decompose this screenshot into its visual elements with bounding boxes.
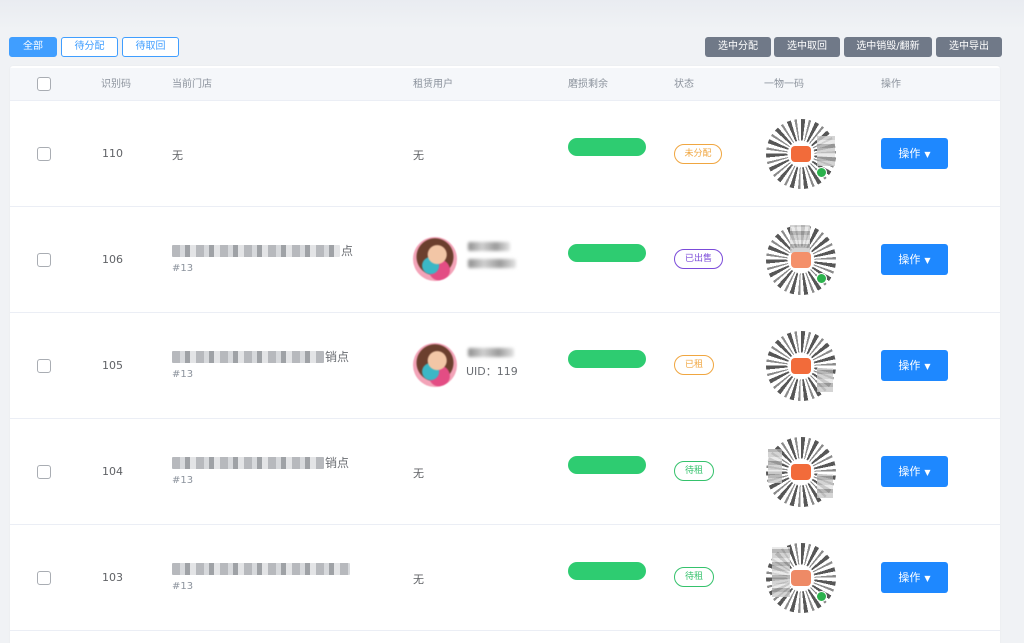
col-status: 状态 xyxy=(674,79,694,90)
destroy-refurbish-selected-button[interactable]: 选中销毁/翻新 xyxy=(844,37,932,57)
store-sub: #13 xyxy=(172,581,194,592)
row-checkbox[interactable] xyxy=(37,359,51,373)
table-row: 104 销点 #13 无 待租 操作 ▼ xyxy=(10,419,1000,525)
top-bar xyxy=(0,0,1024,30)
col-store: 当前门店 xyxy=(172,79,212,90)
avatar xyxy=(413,237,457,281)
row-user: 无 xyxy=(413,149,424,162)
table-row: 106 点 #13 已出售 操作 ▼ xyxy=(10,207,1000,313)
row-checkbox[interactable] xyxy=(37,571,51,585)
filter-all-button[interactable]: 全部 xyxy=(9,37,57,57)
col-operation: 操作 xyxy=(881,79,901,90)
user-name-blurred xyxy=(468,348,514,357)
row-id: 110 xyxy=(102,147,123,160)
chevron-down-icon: ▼ xyxy=(924,574,931,583)
qr-logo-icon xyxy=(791,358,811,374)
row-operation-button[interactable]: 操作 ▼ xyxy=(881,562,948,593)
filter-pending-assign-button[interactable]: 待分配 xyxy=(61,37,118,57)
qr-blur xyxy=(817,474,833,498)
row-checkbox[interactable] xyxy=(37,253,51,267)
table-row: 105 销点 #13 UID：119 已租 操作 ▼ xyxy=(10,313,1000,419)
retrieve-selected-button[interactable]: 选中取回 xyxy=(774,37,840,57)
status-badge: 未分配 xyxy=(674,144,722,164)
store-name-end: 销点 xyxy=(325,456,350,470)
row-operation-button[interactable]: 操作 ▼ xyxy=(881,244,948,275)
op-label: 操作 xyxy=(898,253,921,266)
row-operation-button[interactable]: 操作 ▼ xyxy=(881,456,948,487)
user-uid-blurred xyxy=(468,259,516,268)
store-name-blurred xyxy=(172,351,324,363)
store-name-end: 点 xyxy=(341,244,354,258)
status-badge: 待租 xyxy=(674,461,714,481)
wechat-mini-program-icon xyxy=(816,167,827,178)
store-name-end: 销点 xyxy=(325,350,350,364)
store-name-blurred xyxy=(172,457,324,469)
qr-blur xyxy=(817,368,833,392)
wear-progress-bar xyxy=(568,456,646,474)
wear-progress-bar xyxy=(568,350,646,368)
row-id: 104 xyxy=(102,465,123,478)
table-header: 识别码 当前门店 租赁用户 磨损剩余 状态 一物一码 操作 xyxy=(10,68,1000,101)
op-label: 操作 xyxy=(898,571,921,584)
table-row: 110 无 无 未分配 操作 ▼ xyxy=(10,101,1000,207)
wechat-mini-program-icon xyxy=(816,273,827,284)
status-badge: 待租 xyxy=(674,567,714,587)
wechat-mini-program-icon xyxy=(816,591,827,602)
op-label: 操作 xyxy=(898,465,921,478)
qr-logo-icon xyxy=(791,146,811,162)
row-id: 103 xyxy=(102,571,123,584)
store-sub: #13 xyxy=(172,475,194,486)
avatar xyxy=(413,343,457,387)
table-row: 103 #13 无 待租 操作 ▼ xyxy=(10,525,1000,631)
wear-progress-bar xyxy=(568,244,646,262)
select-all-checkbox[interactable] xyxy=(37,77,51,91)
row-checkbox[interactable] xyxy=(37,465,51,479)
row-user: 无 xyxy=(413,467,424,480)
row-user: 无 xyxy=(413,573,424,586)
op-label: 操作 xyxy=(898,359,921,372)
status-badge: 已租 xyxy=(674,355,714,375)
user-uid: UID：119 xyxy=(466,365,518,378)
row-id: 105 xyxy=(102,359,123,372)
wear-progress-bar xyxy=(568,562,646,580)
qr-logo-icon xyxy=(791,464,811,480)
qr-blur xyxy=(817,136,835,166)
col-wear: 磨损剩余 xyxy=(568,79,608,90)
chevron-down-icon: ▼ xyxy=(924,150,931,159)
col-qrcode: 一物一码 xyxy=(764,79,804,90)
wear-progress-bar xyxy=(568,138,646,156)
filter-pending-retrieve-button[interactable]: 待取回 xyxy=(122,37,179,57)
row-operation-button[interactable]: 操作 ▼ xyxy=(881,138,948,169)
qr-logo-icon xyxy=(791,252,811,268)
store-sub: #13 xyxy=(172,263,194,274)
row-store: 无 xyxy=(172,149,183,162)
qr-blur xyxy=(790,225,810,253)
row-checkbox[interactable] xyxy=(37,147,51,161)
row-id: 106 xyxy=(102,253,123,266)
col-user: 租赁用户 xyxy=(413,79,453,90)
row-operation-button[interactable]: 操作 ▼ xyxy=(881,350,948,381)
status-badge: 已出售 xyxy=(674,249,723,269)
chevron-down-icon: ▼ xyxy=(924,468,931,477)
qr-blur xyxy=(768,449,782,483)
chevron-down-icon: ▼ xyxy=(924,362,931,371)
op-label: 操作 xyxy=(898,147,921,160)
user-name-blurred xyxy=(468,242,510,251)
export-selected-button[interactable]: 选中导出 xyxy=(936,37,1002,57)
qr-blur xyxy=(772,547,790,597)
qr-logo-icon xyxy=(791,570,811,586)
store-sub: #13 xyxy=(172,369,194,380)
assign-selected-button[interactable]: 选中分配 xyxy=(705,37,771,57)
chevron-down-icon: ▼ xyxy=(924,256,931,265)
store-name-blurred xyxy=(172,563,350,575)
store-name-blurred xyxy=(172,245,340,257)
col-id: 识别码 xyxy=(101,79,131,90)
